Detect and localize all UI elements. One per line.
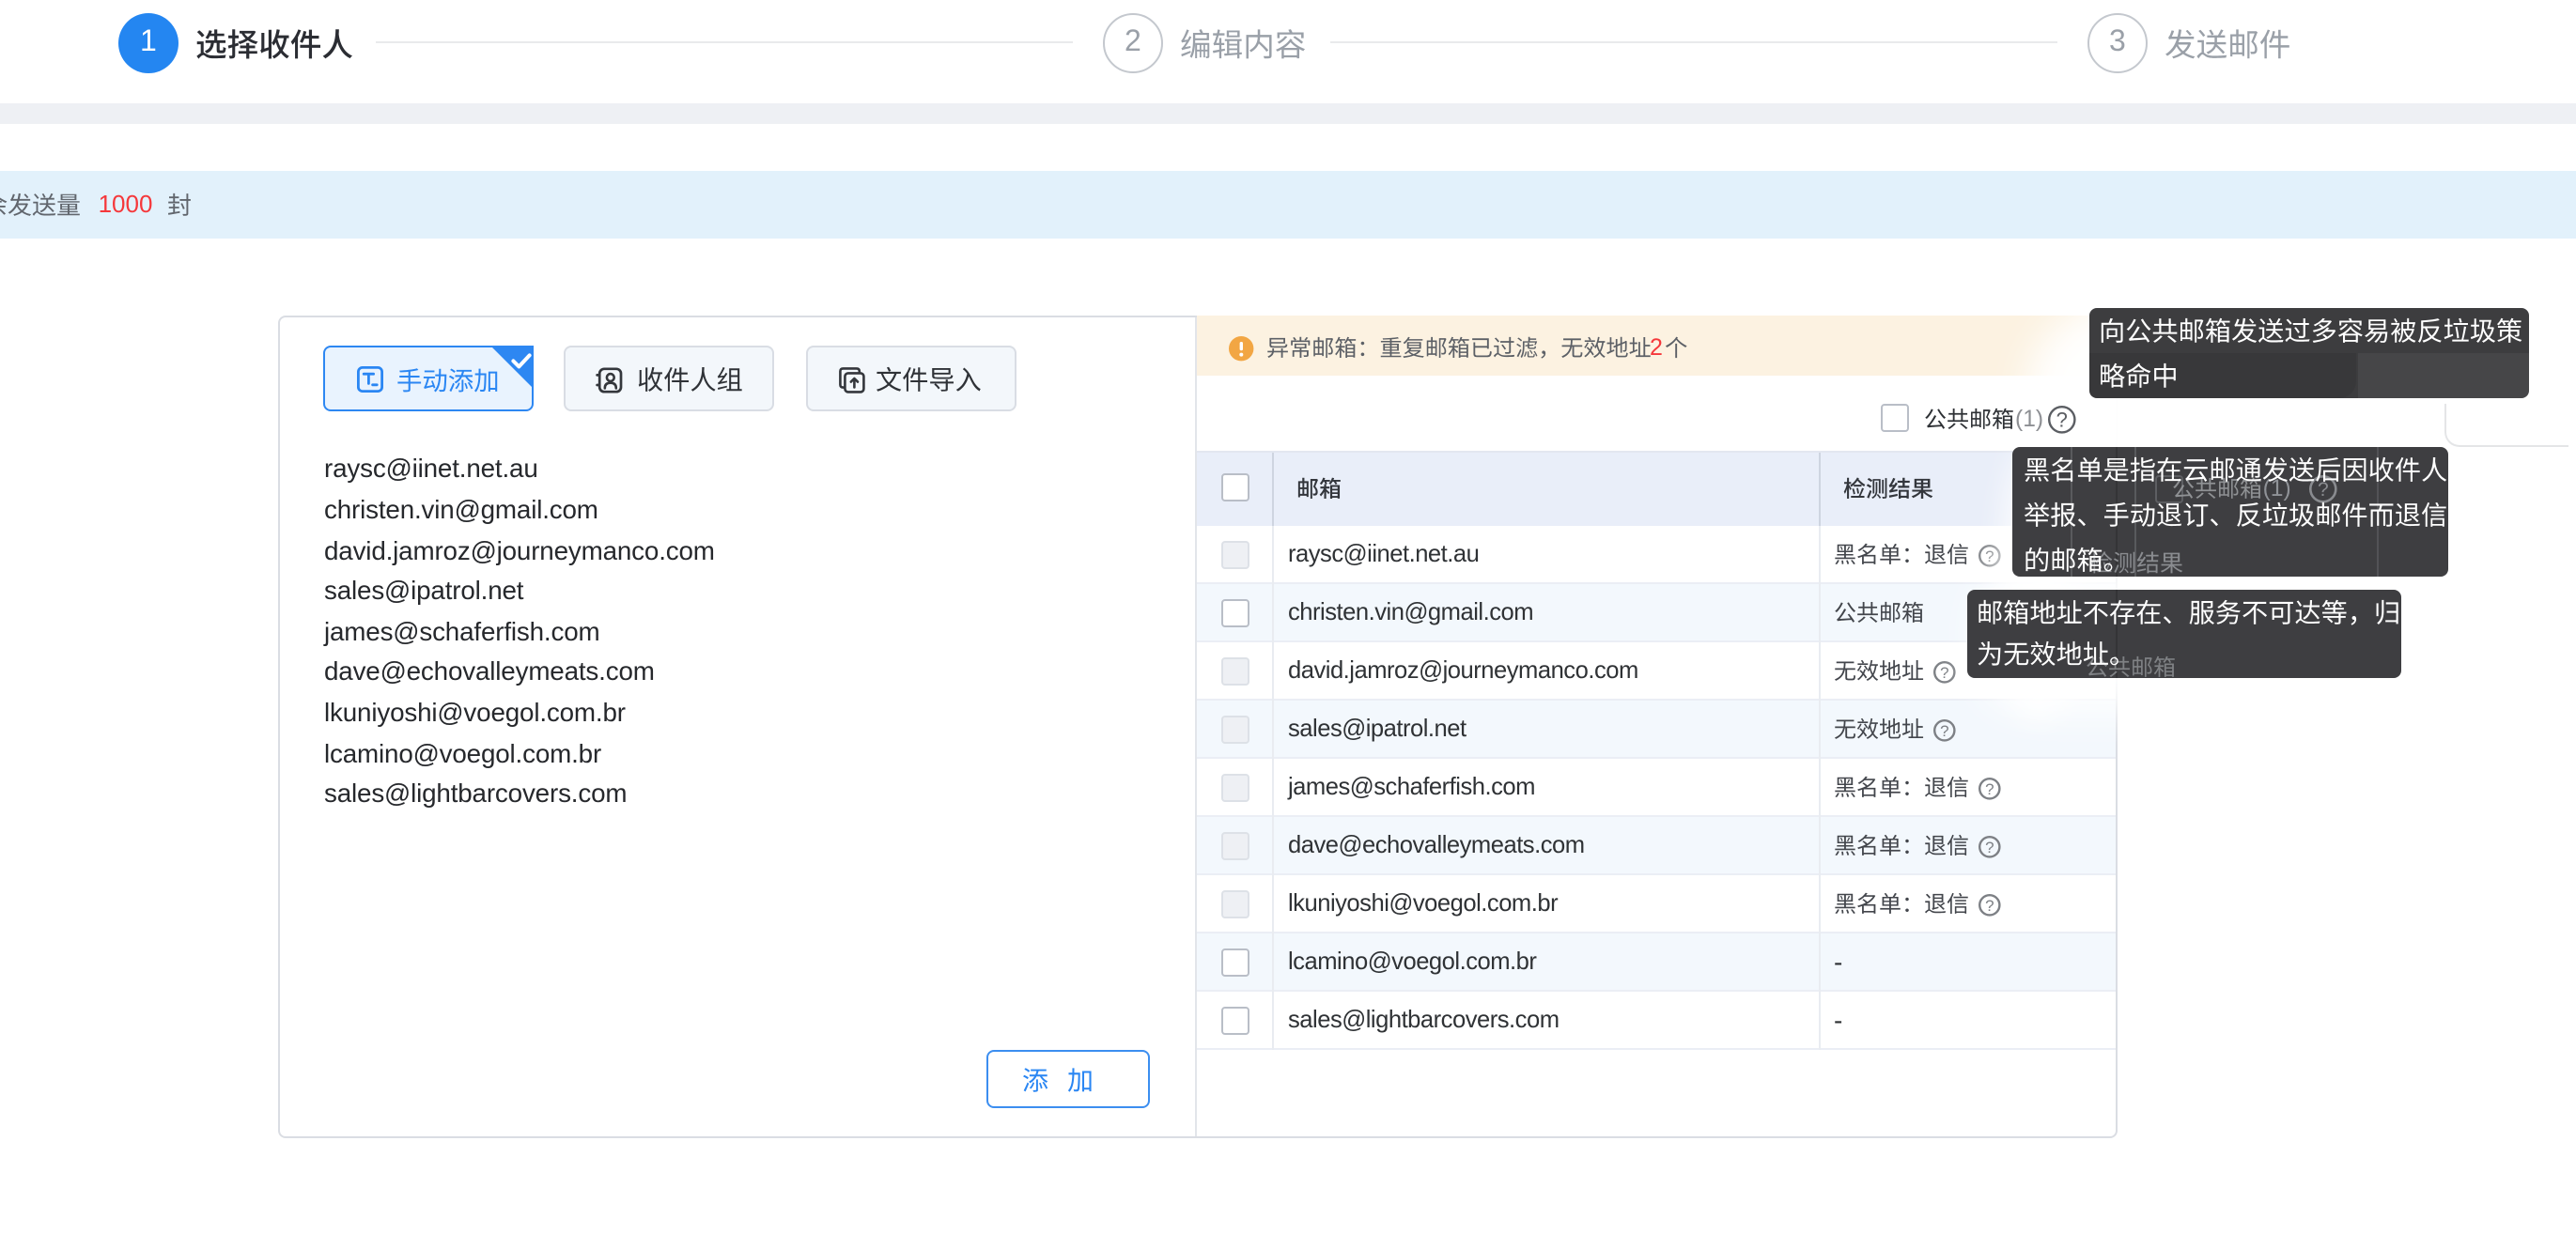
svg-text:?: ?: [1940, 721, 1948, 739]
svg-text:?: ?: [1985, 838, 1994, 856]
svg-text:?: ?: [2056, 409, 2068, 432]
svg-text:?: ?: [1985, 896, 1994, 914]
svg-text:?: ?: [1985, 547, 1994, 564]
svg-text:?: ?: [1940, 663, 1948, 681]
svg-text:?: ?: [1985, 779, 1994, 797]
